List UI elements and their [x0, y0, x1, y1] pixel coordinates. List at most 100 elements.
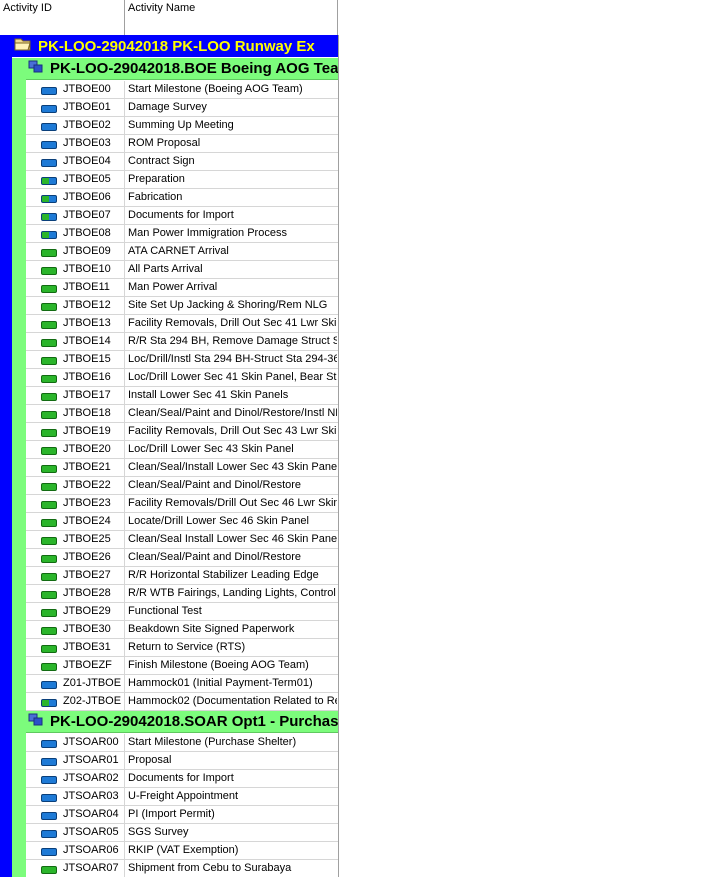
- activity-row[interactable]: JTBOE23 Facility Removals/Drill Out Sec 4…: [26, 495, 339, 513]
- activity-row[interactable]: JTBOE12 Site Set Up Jacking & Shoring/Rem…: [26, 297, 339, 315]
- activity-status-icon: [41, 555, 57, 563]
- activity-id: JTBOE00: [63, 83, 111, 95]
- column-header-activity-name[interactable]: Activity Name: [125, 0, 338, 35]
- activity-id: JTSOAR04: [63, 808, 119, 820]
- activity-status-icon: [41, 429, 57, 437]
- activity-status-icon: [41, 758, 57, 766]
- activity-name: Summing Up Meeting: [128, 119, 234, 131]
- activity-row[interactable]: JTBOE28 R/R WTB Fairings, Landing Lights,…: [26, 585, 339, 603]
- activity-row[interactable]: JTBOE15 Loc/Drill/Instl Sta 294 BH-Struct…: [26, 351, 339, 369]
- activity-row[interactable]: JTBOE30 Beakdown Site Signed Paperwork: [26, 621, 339, 639]
- activity-row[interactable]: JTBOE04 Contract Sign: [26, 153, 339, 171]
- activity-row[interactable]: JTBOE08 Man Power Immigration Process: [26, 225, 339, 243]
- activity-name: RKIP (VAT Exemption): [128, 844, 239, 856]
- column-separator: [124, 477, 125, 495]
- activity-status-icon: [41, 465, 57, 473]
- activity-row[interactable]: JTBOE24 Locate/Drill Lower Sec 46 Skin Pa…: [26, 513, 339, 531]
- activity-row[interactable]: JTSOAR02 Documents for Import: [26, 770, 339, 788]
- activity-row[interactable]: JTBOE17 Install Lower Sec 41 Skin Panels: [26, 387, 339, 405]
- activity-row[interactable]: JTBOE06 Fabrication: [26, 189, 339, 207]
- project-row[interactable]: PK-LOO-29042018 PK-LOO Runway Ex: [12, 35, 339, 57]
- column-separator: [124, 405, 125, 423]
- activity-name: Return to Service (RTS): [128, 641, 246, 653]
- activity-name: Clean/Seal/Paint and Dinol/Restore: [128, 551, 302, 563]
- activity-status-icon: [41, 249, 57, 257]
- activity-row[interactable]: JTBOE07 Documents for Import: [26, 207, 339, 225]
- activity-row[interactable]: JTBOE22 Clean/Seal/Paint and Dinol/Restor…: [26, 477, 339, 495]
- activity-status-icon: [41, 645, 57, 653]
- activity-id: JTBOE22: [63, 479, 111, 491]
- column-separator: [124, 99, 125, 117]
- column-separator: [124, 387, 125, 405]
- activity-name: Contract Sign: [128, 155, 195, 167]
- activity-name: Clean/Seal/Paint and Dinol/Restore: [128, 479, 302, 491]
- column-separator: [124, 81, 125, 99]
- activity-row[interactable]: JTSOAR03 U-Freight Appointment: [26, 788, 339, 806]
- activity-row[interactable]: JTBOE11 Man Power Arrival: [26, 279, 339, 297]
- activity-status-icon: [41, 483, 57, 491]
- activity-row[interactable]: JTBOE09 ATA CARNET Arrival: [26, 243, 339, 261]
- activity-row[interactable]: JTSOAR05 SGS Survey: [26, 824, 339, 842]
- activity-row[interactable]: Z02-JTBOE Hammock02 (Documentation Relate…: [26, 693, 339, 711]
- activity-status-icon: [41, 177, 57, 185]
- activity-row[interactable]: JTBOE00 Start Milestone (Boeing AOG Team): [26, 81, 339, 99]
- activity-row[interactable]: JTBOEZF Finish Milestone (Boeing AOG Team…: [26, 657, 339, 675]
- activity-name: Man Power Immigration Process: [128, 227, 287, 239]
- activity-row[interactable]: JTSOAR06 RKIP (VAT Exemption): [26, 842, 339, 860]
- column-separator: [124, 225, 125, 243]
- column-separator: [124, 513, 125, 531]
- project-label: PK-LOO-29042018 PK-LOO Runway Ex: [38, 37, 315, 55]
- activity-row[interactable]: JTSOAR07 Shipment from Cebu to Surabaya: [26, 860, 339, 877]
- activity-row[interactable]: JTBOE14 R/R Sta 294 BH, Remove Damage Str…: [26, 333, 339, 351]
- column-separator: [124, 824, 125, 842]
- activity-id: JTSOAR07: [63, 862, 119, 874]
- activity-row[interactable]: JTBOE25 Clean/Seal Install Lower Sec 46 S…: [26, 531, 339, 549]
- activity-row[interactable]: JTBOE13 Facility Removals, Drill Out Sec …: [26, 315, 339, 333]
- activity-row[interactable]: JTBOE03 ROM Proposal: [26, 135, 339, 153]
- activity-status-icon: [41, 357, 57, 365]
- activity-name: Hammock01 (Initial Payment-Term01): [128, 677, 313, 689]
- activity-row[interactable]: JTBOE29 Functional Test: [26, 603, 339, 621]
- activity-id: JTSOAR06: [63, 844, 119, 856]
- column-header-activity-id[interactable]: Activity ID: [0, 0, 125, 35]
- activity-row[interactable]: JTBOE19 Facility Removals, Drill Out Sec …: [26, 423, 339, 441]
- activity-row[interactable]: JTBOE18 Clean/Seal/Paint and Dinol/Restor…: [26, 405, 339, 423]
- activity-name: All Parts Arrival: [128, 263, 203, 275]
- column-separator: [124, 603, 125, 621]
- activity-row[interactable]: JTBOE05 Preparation: [26, 171, 339, 189]
- activity-row[interactable]: JTSOAR01 Proposal: [26, 752, 339, 770]
- column-separator: [124, 315, 125, 333]
- activity-status-icon: [41, 573, 57, 581]
- activity-status-icon: [41, 159, 57, 167]
- activity-status-icon: [41, 591, 57, 599]
- activity-row[interactable]: Z01-JTBOE Hammock01 (Initial Payment-Term…: [26, 675, 339, 693]
- activity-name: Proposal: [128, 754, 172, 766]
- activity-status-icon: [41, 231, 57, 239]
- activity-row[interactable]: JTSOAR04 PI (Import Permit): [26, 806, 339, 824]
- activity-id: JTBOEZF: [63, 659, 112, 671]
- column-separator: [124, 549, 125, 567]
- column-separator: [124, 351, 125, 369]
- activity-row[interactable]: JTBOE10 All Parts Arrival: [26, 261, 339, 279]
- column-separator: [124, 171, 125, 189]
- wbs-row[interactable]: PK-LOO-29042018.SOAR Opt1 - Purchas: [26, 711, 339, 733]
- column-separator: [124, 207, 125, 225]
- activity-id: JTSOAR03: [63, 790, 119, 802]
- activity-row[interactable]: JTSOAR00 Start Milestone (Purchase Shelte…: [26, 734, 339, 752]
- activity-row[interactable]: JTBOE01 Damage Survey: [26, 99, 339, 117]
- wbs-row[interactable]: PK-LOO-29042018.BOE Boeing AOG Tea: [26, 58, 339, 80]
- activity-row[interactable]: JTBOE02 Summing Up Meeting: [26, 117, 339, 135]
- column-separator: [124, 117, 125, 135]
- activity-row[interactable]: JTBOE20 Loc/Drill Lower Sec 43 Skin Panel: [26, 441, 339, 459]
- activity-name: Facility Removals, Drill Out Sec 43 Lwr …: [128, 425, 337, 437]
- activity-row[interactable]: JTBOE31 Return to Service (RTS): [26, 639, 339, 657]
- activity-row[interactable]: JTBOE16 Loc/Drill Lower Sec 41 Skin Panel…: [26, 369, 339, 387]
- column-separator: [124, 153, 125, 171]
- activity-status-icon: [41, 195, 57, 203]
- activity-row[interactable]: JTBOE21 Clean/Seal/Install Lower Sec 43 S…: [26, 459, 339, 477]
- activity-row[interactable]: JTBOE27 R/R Horizontal Stabilizer Leading…: [26, 567, 339, 585]
- activity-name: Clean/Seal/Paint and Dinol/Restore/Instl…: [128, 407, 337, 419]
- column-separator: [124, 279, 125, 297]
- activity-row[interactable]: JTBOE26 Clean/Seal/Paint and Dinol/Restor…: [26, 549, 339, 567]
- activity-status-icon: [41, 501, 57, 509]
